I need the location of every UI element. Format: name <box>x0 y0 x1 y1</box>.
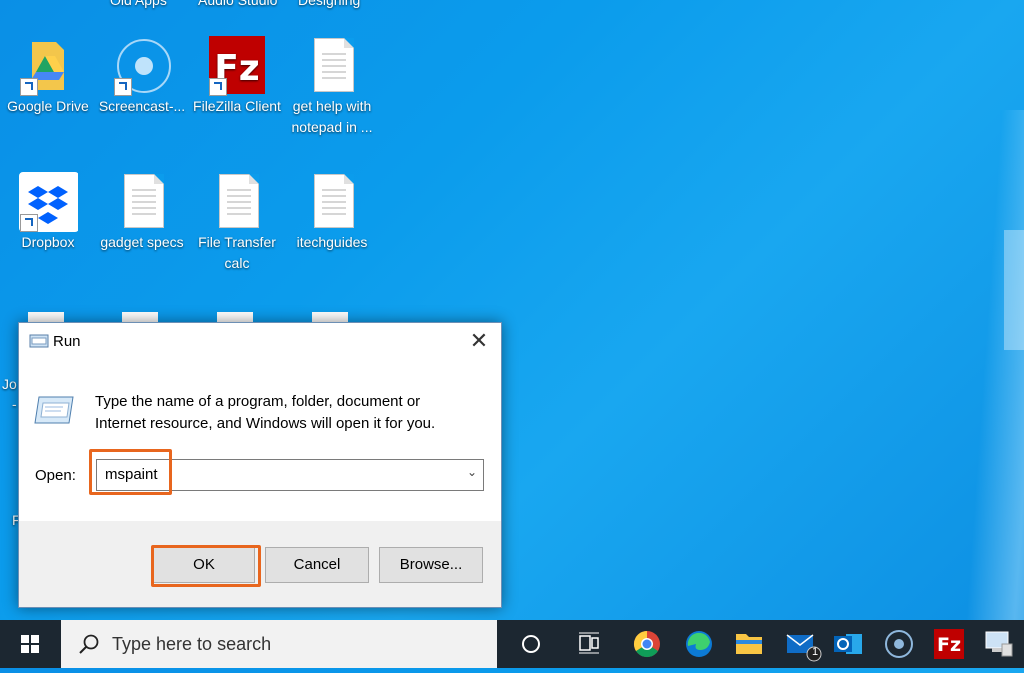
network-icon <box>985 631 1013 657</box>
desktop-icon-gadget-specs[interactable]: gadget specs <box>94 172 190 253</box>
desktop-icon-label-cut: Old Apps <box>110 0 167 8</box>
browse-button[interactable]: Browse... <box>379 547 483 583</box>
chrome-icon <box>633 630 660 658</box>
windows-start-icon <box>21 635 39 653</box>
search-icon <box>79 634 99 654</box>
screencast-icon <box>112 36 172 96</box>
desktop-icon-label: File Transfer calc <box>198 234 276 271</box>
cortana-icon <box>522 635 540 653</box>
desktop-icon-label: Screencast-... <box>98 98 186 114</box>
google-drive-icon <box>18 36 78 96</box>
desktop-icon-file-transfer-calc[interactable]: File Transfer calc <box>189 172 285 274</box>
outlook-taskbar-button[interactable] <box>824 620 874 668</box>
cancel-button[interactable]: Cancel <box>265 547 369 583</box>
text-document-icon <box>112 172 172 232</box>
taskbar-search-box[interactable]: Type here to search <box>61 620 497 668</box>
dialog-description: Type the name of a program, folder, docu… <box>95 393 436 432</box>
svg-text:Fz: Fz <box>937 634 961 656</box>
dropbox-icon <box>18 172 79 232</box>
task-view-icon <box>579 632 599 654</box>
screencast-taskbar-button[interactable] <box>874 620 924 668</box>
desktop-icon-label: FileZilla Client <box>193 98 281 114</box>
task-view-button[interactable] <box>564 620 614 668</box>
run-app-icon <box>29 334 49 348</box>
text-document-icon <box>302 172 362 232</box>
close-button[interactable]: ✕ <box>465 329 493 355</box>
file-explorer-taskbar-button[interactable] <box>724 620 774 668</box>
desktop-icon-label: itechguides <box>296 234 368 250</box>
desktop-icon-label-cut: - <box>12 396 17 412</box>
chevron-down-icon[interactable]: ⌄ <box>467 465 477 479</box>
outlook-icon <box>834 634 862 654</box>
shortcut-arrow-icon <box>114 78 132 96</box>
desktop-icon-label: get help with notepad in ... <box>291 98 373 135</box>
wallpaper-light-beam <box>965 110 1024 630</box>
dialog-titlebar[interactable]: Run ✕ <box>19 323 501 361</box>
search-placeholder: Type here to search <box>112 634 272 654</box>
cortana-button[interactable] <box>506 620 556 668</box>
shortcut-arrow-icon <box>209 78 227 96</box>
run-dialog: Run ✕ Type the name of a program, folder… <box>18 322 502 608</box>
wallpaper-highlight <box>1004 230 1024 350</box>
desktop-icon-label-cut: Audio Studio <box>198 0 278 8</box>
input-highlight-box <box>89 449 172 495</box>
file-explorer-icon <box>736 634 762 654</box>
desktop-icon-itechguides[interactable]: itechguides <box>284 172 380 253</box>
text-document-icon <box>207 172 267 232</box>
open-label: Open: <box>35 467 76 484</box>
run-icon <box>33 395 75 425</box>
desktop-icon-get-help-notepad[interactable]: get help with notepad in ... <box>284 36 380 138</box>
edge-icon <box>686 631 712 657</box>
text-document-icon <box>302 36 362 96</box>
chrome-taskbar-button[interactable] <box>622 620 672 668</box>
edge-taskbar-button[interactable] <box>674 620 724 668</box>
dialog-content: Type the name of a program, folder, docu… <box>19 361 501 521</box>
filezilla-icon: Fz <box>934 629 964 659</box>
shortcut-arrow-icon <box>20 214 38 232</box>
mail-taskbar-button[interactable]: 1 <box>776 620 826 668</box>
taskbar: Type here to search 1 Fz <box>0 620 1024 668</box>
screencast-icon <box>885 630 913 658</box>
dialog-title: Run <box>53 333 81 350</box>
desktop-icon-screencast[interactable]: Screencast-... <box>94 36 190 117</box>
desktop-icon-google-drive[interactable]: Google Drive <box>0 36 96 117</box>
desktop-icon-dropbox[interactable]: Dropbox <box>0 172 96 253</box>
mail-icon <box>786 634 822 662</box>
network-taskbar-button[interactable] <box>974 620 1024 668</box>
mail-badge: 1 <box>811 646 819 658</box>
shortcut-arrow-icon <box>20 78 38 96</box>
desktop-icon-filezilla[interactable]: Fz FileZilla Client <box>189 36 285 117</box>
filezilla-taskbar-button[interactable]: Fz <box>924 620 974 668</box>
start-button[interactable] <box>0 620 60 668</box>
desktop-icon-label: Google Drive <box>7 98 89 114</box>
filezilla-icon: Fz <box>207 36 267 96</box>
desktop-icon-label: gadget specs <box>100 234 184 250</box>
ok-highlight-box <box>151 545 261 587</box>
desktop-icon-label-cut: Jo <box>2 376 17 392</box>
desktop-icon-label: Dropbox <box>21 234 75 250</box>
desktop-icon-label-cut: Designing <box>298 0 361 8</box>
